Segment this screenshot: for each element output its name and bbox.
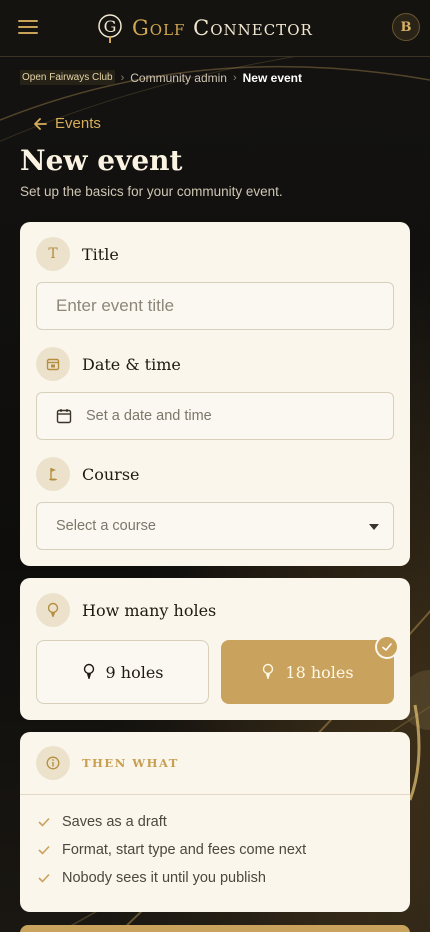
breadcrumb-separator: › <box>232 71 237 84</box>
back-link-label: Events <box>55 115 101 132</box>
then-what-list: Saves as a draft Format, start type and … <box>38 808 306 892</box>
golf-ball-tee-icon <box>83 663 94 679</box>
top-app-bar: G Golf Connector B <box>0 0 430 57</box>
list-item-text: Saves as a draft <box>62 814 167 830</box>
list-item: Format, start type and fees come next <box>38 836 306 864</box>
brand-word-golf: Golf <box>132 16 186 40</box>
brand-word-connector: Connector <box>193 16 313 40</box>
primary-action-button[interactable] <box>20 925 410 932</box>
golf-ball-tee-icon <box>36 593 70 627</box>
check-icon <box>38 873 50 883</box>
arrow-left-icon <box>34 117 47 130</box>
golf-flag-icon <box>36 457 70 491</box>
datetime-placeholder: Set a date and time <box>86 408 212 424</box>
holes-option-label: 18 holes <box>285 662 354 682</box>
page-subtitle: Set up the basics for your community eve… <box>20 184 283 199</box>
holes-toggle-group: 9 holes 18 holes <box>36 635 399 704</box>
title-field-header: T Title <box>36 237 119 271</box>
breadcrumb-item-current: New event <box>242 70 302 85</box>
event-title-input[interactable] <box>56 296 374 316</box>
holes-label: How many holes <box>82 600 217 620</box>
then-what-header: THEN WHAT <box>36 746 179 780</box>
back-to-events-link[interactable]: Events <box>33 115 101 132</box>
datetime-label: Date & time <box>82 354 181 374</box>
event-basics-card: T Title Date & time Set a date and time <box>20 222 410 566</box>
holes-option-9[interactable]: 9 holes <box>36 640 209 704</box>
title-text-icon: T <box>36 237 70 271</box>
breadcrumb-separator: › <box>120 71 125 84</box>
breadcrumb: Open Fairways Club › Community admin › N… <box>20 70 302 85</box>
then-what-heading: THEN WHAT <box>82 756 179 770</box>
holes-option-18[interactable]: 18 holes <box>221 635 399 704</box>
then-what-card: THEN WHAT Saves as a draft Format, start… <box>20 732 410 912</box>
holes-field-header: How many holes <box>36 593 216 627</box>
chevron-down-icon <box>369 524 379 530</box>
datetime-field-header: Date & time <box>36 347 181 381</box>
hamburger-menu-icon[interactable] <box>18 20 38 36</box>
list-item-text: Format, start type and fees come next <box>62 842 307 858</box>
avatar[interactable]: B <box>392 13 420 41</box>
brand-name: Golf Connector <box>132 16 313 40</box>
golf-ball-tee-icon <box>263 663 274 679</box>
course-field-header: Course <box>36 457 140 491</box>
list-item: Saves as a draft <box>38 808 306 836</box>
list-item: Nobody sees it until you publish <box>38 864 306 892</box>
holes-option-label: 9 holes <box>105 662 164 682</box>
check-icon <box>38 845 50 855</box>
divider <box>20 794 410 795</box>
calendar-icon <box>36 347 70 381</box>
datetime-picker[interactable]: Set a date and time <box>36 392 394 440</box>
calendar-icon <box>56 408 72 424</box>
selected-check-icon <box>375 635 399 659</box>
breadcrumb-item-club[interactable]: Open Fairways Club <box>20 70 115 85</box>
brand-logo[interactable]: G Golf Connector <box>96 12 313 44</box>
course-placeholder: Select a course <box>56 518 156 534</box>
breadcrumb-item-community-admin[interactable]: Community admin <box>130 71 227 85</box>
info-icon <box>36 746 70 780</box>
title-label: Title <box>82 244 119 264</box>
svg-text:G: G <box>104 17 117 36</box>
course-select[interactable]: Select a course <box>36 502 394 550</box>
list-item-text: Nobody sees it until you publish <box>62 870 266 886</box>
course-label: Course <box>82 464 140 484</box>
check-icon <box>38 817 50 827</box>
page-title: New event <box>20 144 183 177</box>
brand-mark-icon: G <box>98 14 122 43</box>
title-input-wrapper <box>36 282 394 330</box>
holes-card: How many holes 9 holes 18 holes <box>20 578 410 720</box>
